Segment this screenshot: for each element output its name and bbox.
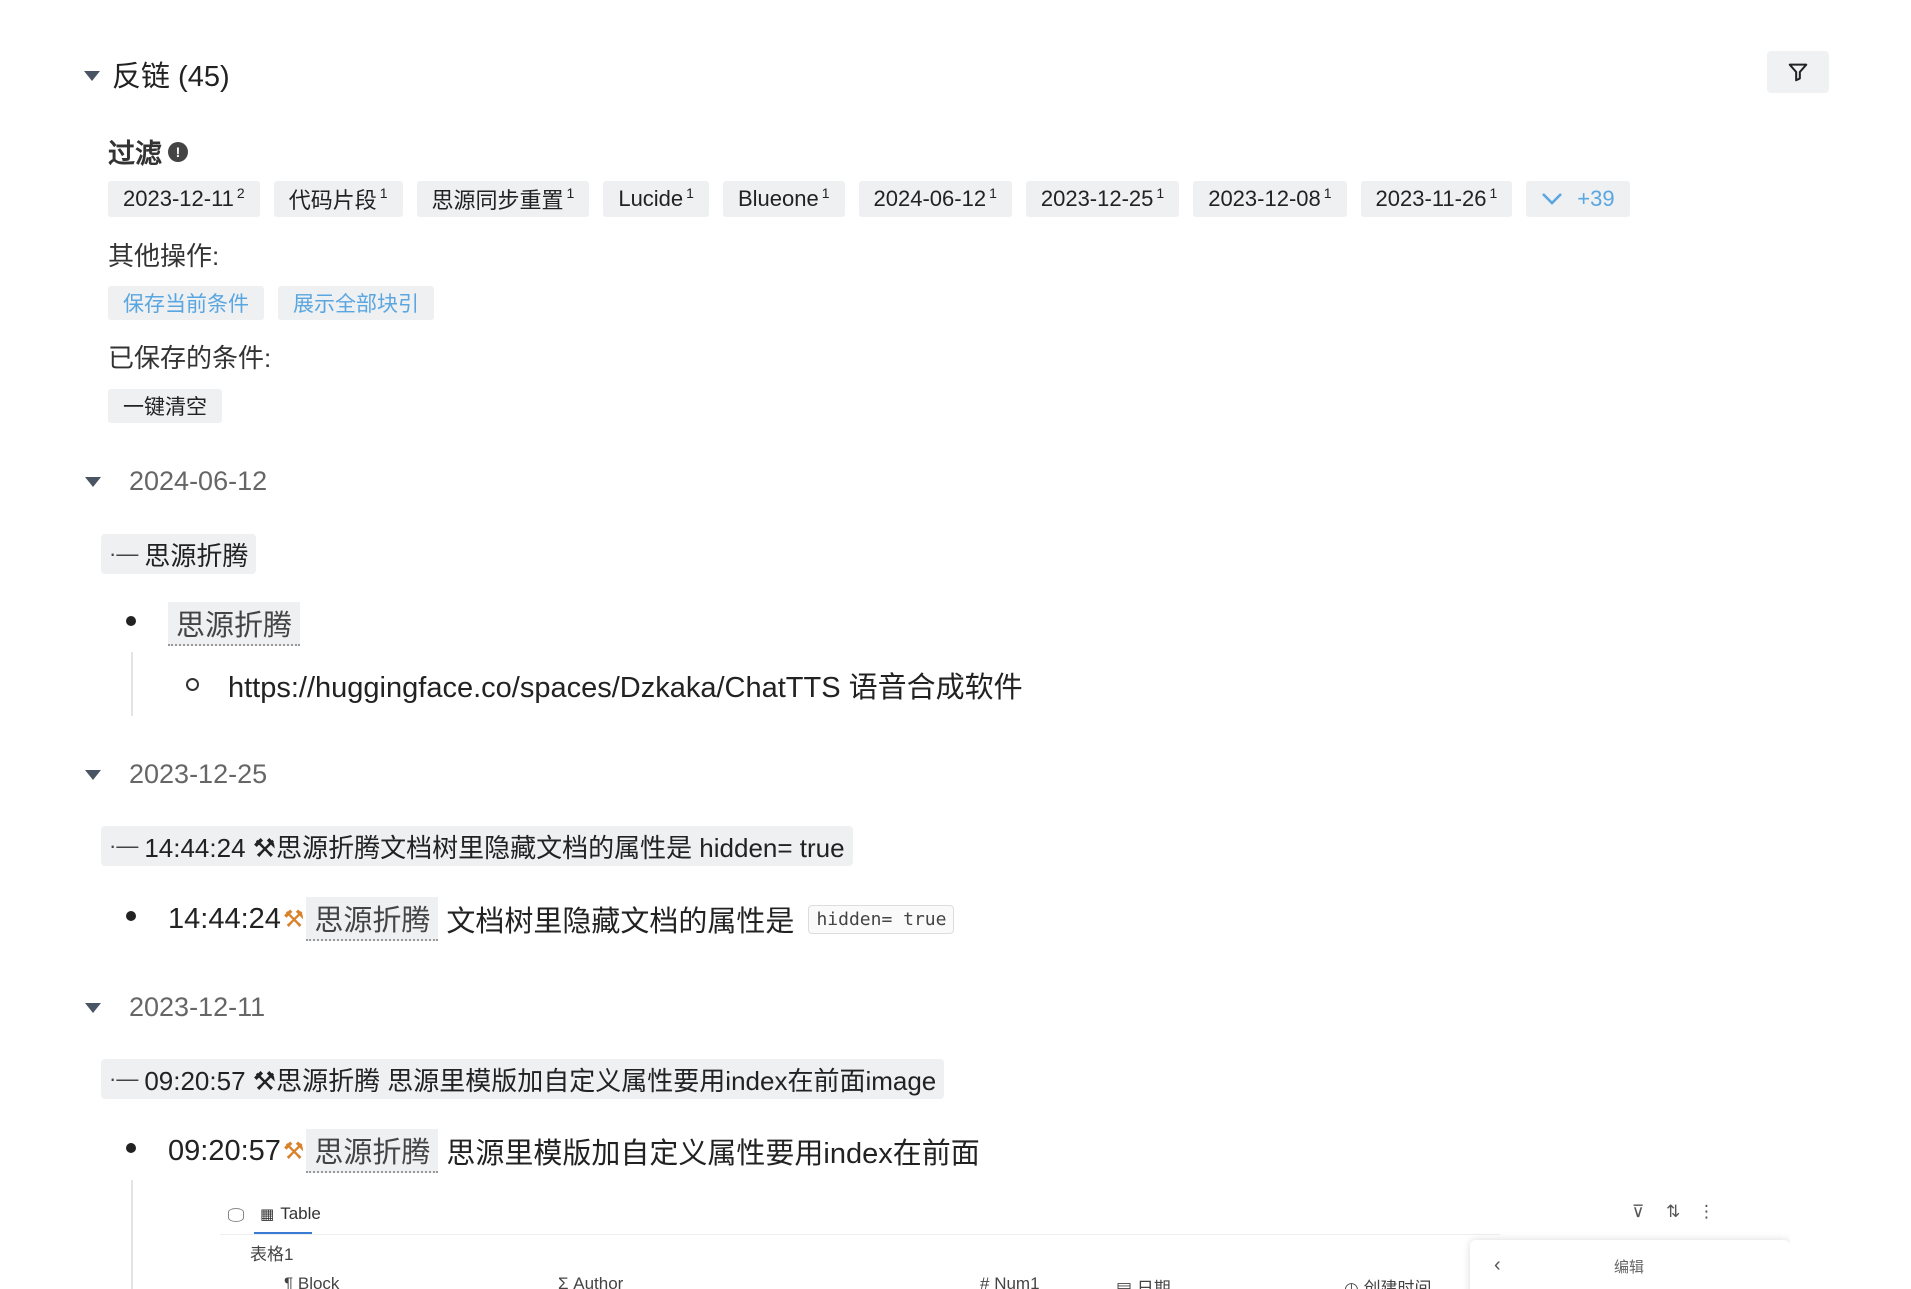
info-icon[interactable]: ! bbox=[168, 141, 188, 162]
indent-guide bbox=[131, 1180, 133, 1289]
side-panel-title: 编辑 bbox=[1614, 1259, 1645, 1276]
saved-conditions-label: 已保存的条件: bbox=[108, 343, 272, 373]
item-time: 09:20:57 bbox=[168, 1134, 281, 1167]
block-ref[interactable]: 思源折腾 bbox=[306, 1129, 439, 1173]
column-header: # Num1 bbox=[980, 1274, 1040, 1289]
group-header[interactable]: 2023-12-11 bbox=[85, 992, 265, 1023]
filter-chip-list: 2023-12-11 2 代码片段 1 思源同步重置 1 Lucide 1 Blueon… bbox=[108, 181, 1630, 217]
collapse-icon[interactable] bbox=[85, 1002, 101, 1013]
group-date: 2024-06-12 bbox=[129, 466, 268, 496]
hammer-icon: ⚒ bbox=[282, 905, 305, 933]
divider bbox=[220, 1234, 1500, 1235]
actions-row: 保存当前条件 展示全部块引 bbox=[108, 286, 434, 320]
list-bullet[interactable] bbox=[126, 911, 136, 921]
block-ref[interactable]: 思源折腾 bbox=[168, 602, 301, 646]
filter-chip[interactable]: 2023-12-08 1 bbox=[1193, 181, 1347, 217]
filter-label: 过滤 bbox=[108, 139, 162, 169]
sub-list-item: https://huggingface.co/spaces/Dzkaka/Cha… bbox=[228, 672, 1023, 704]
filter-chip[interactable]: Lucide 1 bbox=[603, 181, 709, 217]
filter-icon bbox=[1788, 63, 1808, 82]
chevron-down-icon bbox=[1542, 193, 1563, 205]
list-bullet[interactable] bbox=[186, 678, 199, 691]
clear-all-button[interactable]: 一键清空 bbox=[108, 389, 222, 423]
filter-chip[interactable]: 2023-12-11 2 bbox=[108, 181, 260, 217]
item-text: 思源里模版加自定义属性要用index在前面 bbox=[446, 1138, 980, 1170]
list-item: 14:44:24 ⚒ 思源折腾 文档树里隐藏文档的属性是 hidden= tru… bbox=[168, 897, 955, 941]
filter-icon: ⊽ bbox=[1632, 1202, 1645, 1221]
back-icon[interactable]: ‹ bbox=[1494, 1254, 1501, 1277]
database-icon bbox=[228, 1208, 244, 1222]
show-all-refs-button[interactable]: 展示全部块引 bbox=[278, 286, 434, 320]
breadcrumb-icon: ·— bbox=[109, 833, 139, 858]
item-text: 文档树里隐藏文档的属性是 bbox=[446, 906, 795, 938]
column-header: ◷ 创建时间 bbox=[1344, 1279, 1432, 1289]
list-item: 思源折腾 bbox=[168, 602, 301, 646]
indent-guide bbox=[131, 652, 133, 716]
filter-section-title: 过滤 ! bbox=[108, 132, 188, 171]
column-header: Σ Author bbox=[558, 1274, 624, 1289]
breadcrumb[interactable]: ·— 思源折腾 bbox=[101, 534, 257, 574]
breadcrumb-icon: ·— bbox=[109, 1066, 139, 1091]
group-date: 2023-12-11 bbox=[129, 992, 266, 1022]
saved-actions-row: 一键清空 bbox=[108, 389, 222, 423]
sort-icon: ⇅ bbox=[1666, 1202, 1681, 1221]
group-header[interactable]: 2024-06-12 bbox=[85, 466, 267, 497]
filter-button[interactable] bbox=[1767, 51, 1829, 93]
filter-chip[interactable]: Blueone 1 bbox=[722, 181, 845, 217]
item-time: 14:44:24 bbox=[168, 902, 281, 935]
list-item: 09:20:57 ⚒ 思源折腾 思源里模版加自定义属性要用index在前面 bbox=[168, 1129, 980, 1173]
list-bullet[interactable] bbox=[126, 616, 136, 626]
filter-chip[interactable]: 2024-06-12 1 bbox=[858, 181, 1012, 217]
group-header[interactable]: 2023-12-25 bbox=[85, 759, 267, 790]
more-icon: ⋮ bbox=[1698, 1202, 1715, 1221]
column-header: ¶ Block bbox=[284, 1274, 340, 1289]
filter-chip[interactable]: 2023-12-25 1 bbox=[1025, 181, 1180, 217]
collapse-icon[interactable] bbox=[85, 476, 101, 487]
other-actions-label: 其他操作: bbox=[108, 241, 220, 271]
backlinks-toggle-icon[interactable] bbox=[84, 68, 100, 86]
list-bullet[interactable] bbox=[126, 1143, 136, 1153]
collapse-icon[interactable] bbox=[85, 769, 101, 780]
block-ref[interactable]: 思源折腾 bbox=[306, 897, 439, 941]
backlinks-title: 反链 (45) bbox=[112, 61, 230, 93]
side-panel: ‹ 编辑 bbox=[1470, 1240, 1790, 1289]
filter-chip[interactable]: 2023-11-26 1 bbox=[1360, 181, 1513, 217]
column-header: ▤ 日期 bbox=[1116, 1279, 1171, 1289]
inline-code: hidden= true bbox=[808, 904, 955, 934]
hammer-icon: ⚒ bbox=[282, 1137, 305, 1165]
table-name: 表格1 bbox=[250, 1245, 294, 1264]
embedded-image[interactable]: ▦ Table 表格1 ¶ Block Σ Author # Num1 ▤ 日期… bbox=[220, 1200, 1790, 1289]
breadcrumb-icon: ·— bbox=[109, 541, 139, 566]
filter-chip[interactable]: 代码片段 1 bbox=[273, 181, 403, 217]
table-icon: ▦ bbox=[260, 1206, 275, 1223]
breadcrumb[interactable]: ·— 09:20:57 ⚒思源折腾 思源里模版加自定义属性要用index在前面i… bbox=[101, 1059, 945, 1099]
table-view-tab[interactable]: ▦ Table bbox=[260, 1204, 321, 1224]
save-conditions-button[interactable]: 保存当前条件 bbox=[108, 286, 264, 320]
breadcrumb[interactable]: ·— 14:44:24 ⚒思源折腾文档树里隐藏文档的属性是 hidden= tr… bbox=[101, 826, 853, 866]
show-more-chips-button[interactable]: +39 bbox=[1526, 181, 1630, 217]
group-date: 2023-12-25 bbox=[129, 759, 268, 789]
filter-chip[interactable]: 思源同步重置 1 bbox=[416, 181, 590, 217]
